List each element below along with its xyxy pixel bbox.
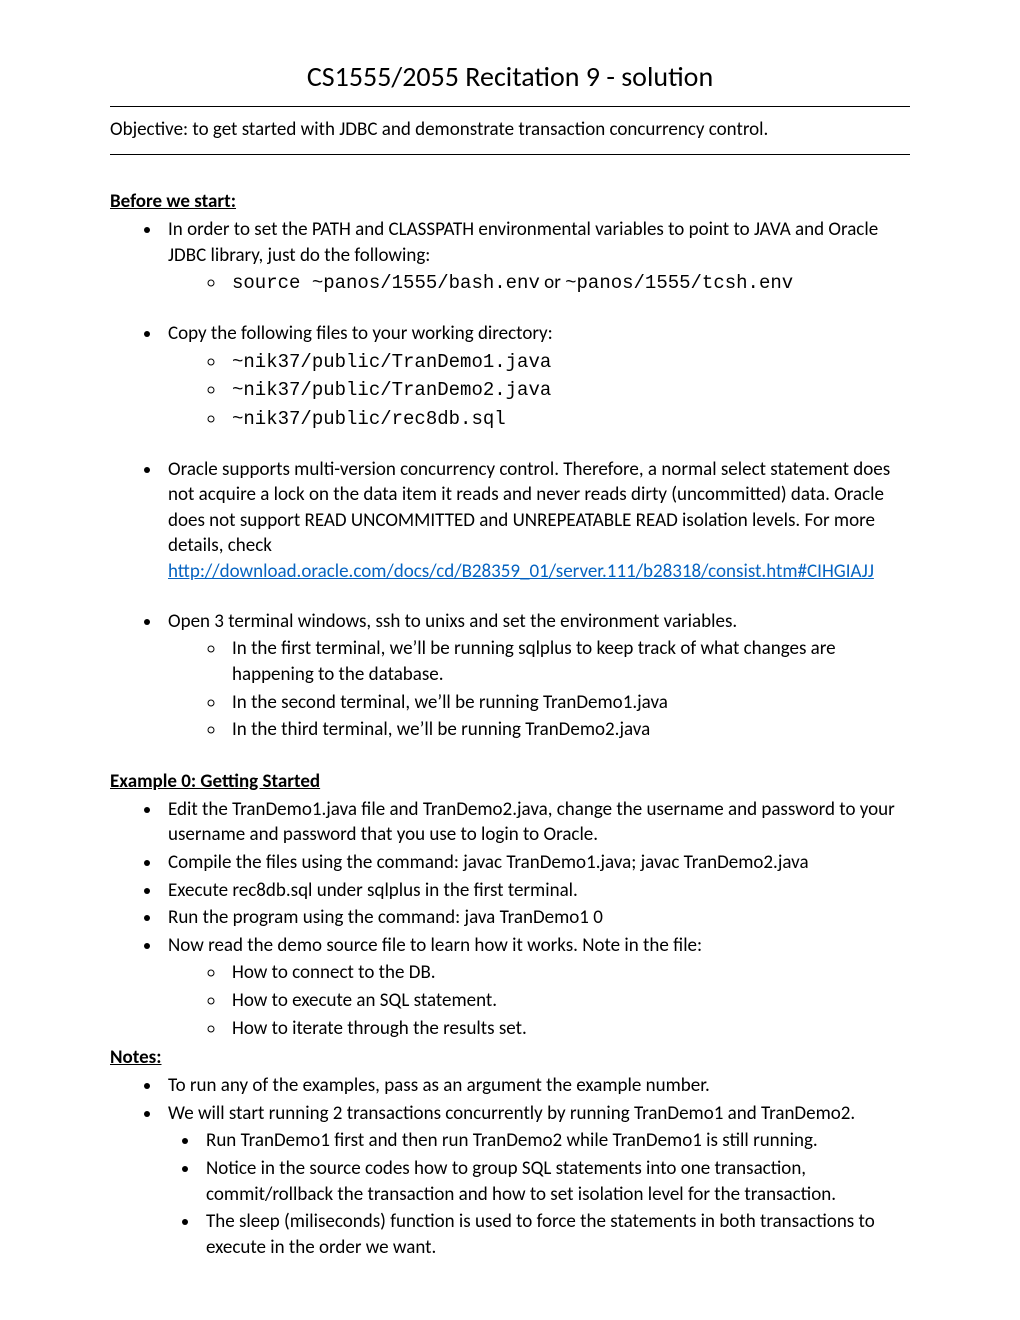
notes-item-2-sub-2: Notice in the source codes how to group … [200, 1156, 910, 1207]
page-title: CS1555/2055 Recitation 9 - solution [110, 58, 910, 96]
notes-item-1: To run any of the examples, pass as an a… [162, 1073, 910, 1099]
example0-item-5-sub-1: How to connect to the DB. [226, 960, 910, 986]
before-item-2-sub-2: ~nik37/public/TranDemo2.java [226, 377, 910, 404]
before-item-4-sub-1: In the first terminal, we’ll be running … [226, 636, 910, 687]
example0-item-5-sub-3: How to iterate through the results set. [226, 1016, 910, 1042]
source-prefix: source [232, 272, 312, 294]
objective-text: Objective: to get started with JDBC and … [110, 117, 910, 143]
notes-item-2-sub-3: The sleep (miliseconds) function is used… [200, 1209, 910, 1260]
before-item-3: Oracle supports multi-version concurrenc… [162, 457, 910, 585]
source-code-1: ~panos/1555/bash.env [312, 272, 540, 294]
before-list-4: Open 3 terminal windows, ssh to unixs an… [110, 609, 910, 743]
rule-top [110, 106, 910, 107]
before-item-4-text: Open 3 terminal windows, ssh to unixs an… [168, 610, 737, 633]
example0-item-5-text: Now read the demo source file to learn h… [168, 934, 702, 957]
before-item-2-sub-3: ~nik37/public/rec8db.sql [226, 406, 910, 433]
rule-under-objective [110, 154, 910, 155]
before-item-1-sub: source ~panos/1555/bash.env or ~panos/15… [168, 270, 910, 297]
example0-item-2: Compile the files using the command: jav… [162, 850, 910, 876]
oracle-link[interactable]: http://download.oracle.com/docs/cd/B2835… [168, 560, 874, 583]
file-3: ~nik37/public/rec8db.sql [232, 408, 506, 430]
before-list-3: Oracle supports multi-version concurrenc… [110, 457, 910, 585]
example0-item-5-sub-2: How to execute an SQL statement. [226, 988, 910, 1014]
example0-item-1: Edit the TranDemo1.java file and TranDem… [162, 797, 910, 848]
source-mid: or [540, 271, 565, 294]
before-item-4-sub-2: In the second terminal, we’ll be running… [226, 690, 910, 716]
before-list-2: Copy the following files to your working… [110, 321, 910, 433]
before-item-1-text: In order to set the PATH and CLASSPATH e… [168, 218, 878, 267]
before-item-4-sub: In the first terminal, we’ll be running … [168, 636, 910, 743]
notes-list: To run any of the examples, pass as an a… [110, 1073, 910, 1260]
before-item-2-sub-1: ~nik37/public/TranDemo1.java [226, 349, 910, 376]
notes-item-2: We will start running 2 transactions con… [162, 1101, 910, 1261]
before-item-2-text: Copy the following files to your working… [168, 322, 553, 345]
file-1: ~nik37/public/TranDemo1.java [232, 351, 551, 373]
source-code-2: ~panos/1555/tcsh.env [565, 272, 793, 294]
example0-item-5-sub: How to connect to the DB. How to execute… [168, 960, 910, 1041]
notes-item-2-sub-1: Run TranDemo1 first and then run TranDem… [200, 1128, 910, 1154]
example0-list: Edit the TranDemo1.java file and TranDem… [110, 797, 910, 1042]
example0-item-4: Run the program using the command: java … [162, 905, 910, 931]
heading-example0: Example 0: Getting Started [110, 769, 910, 795]
before-item-1-sub-1: source ~panos/1555/bash.env or ~panos/15… [226, 270, 910, 297]
example0-item-3: Execute rec8db.sql under sqlplus in the … [162, 878, 910, 904]
page: CS1555/2055 Recitation 9 - solution Obje… [0, 0, 1020, 1320]
heading-before: Before we start: [110, 189, 910, 215]
before-item-4-sub-3: In the third terminal, we’ll be running … [226, 717, 910, 743]
file-2: ~nik37/public/TranDemo2.java [232, 379, 551, 401]
before-item-2-sub: ~nik37/public/TranDemo1.java ~nik37/publ… [168, 349, 910, 433]
example0-item-5: Now read the demo source file to learn h… [162, 933, 910, 1042]
before-item-1: In order to set the PATH and CLASSPATH e… [162, 217, 910, 297]
notes-item-2-sub: Run TranDemo1 first and then run TranDem… [168, 1128, 910, 1260]
before-item-2: Copy the following files to your working… [162, 321, 910, 433]
heading-notes: Notes: [110, 1045, 910, 1071]
before-item-3-text: Oracle supports multi-version concurrenc… [168, 458, 890, 558]
notes-item-2-text: We will start running 2 transactions con… [168, 1102, 855, 1125]
before-item-4: Open 3 terminal windows, ssh to unixs an… [162, 609, 910, 743]
before-list: In order to set the PATH and CLASSPATH e… [110, 217, 910, 297]
